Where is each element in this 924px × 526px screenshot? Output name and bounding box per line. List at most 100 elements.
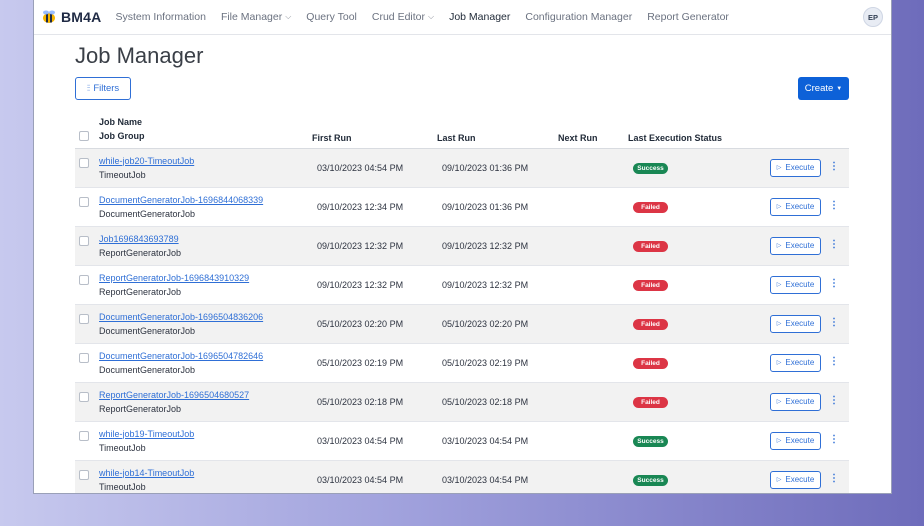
job-name-link[interactable]: Job1696843693789 — [99, 232, 312, 246]
actions-cell: ▷ Execute ⋮ — [769, 187, 849, 227]
more-options-icon[interactable]: ⋮ — [827, 161, 841, 172]
status-cell: Failed — [628, 226, 769, 266]
status-badge: Success — [633, 474, 668, 486]
row-select-cell — [75, 187, 99, 227]
first-run-cell: 09/10/2023 12:34 PM — [312, 187, 437, 227]
filters-button[interactable]: ⫶⫶ Filters — [75, 77, 131, 100]
job-name-link[interactable]: DocumentGeneratorJob-1696504836206 — [99, 310, 312, 324]
nav-item-file-manager[interactable]: File Manager ⌵ — [221, 11, 291, 23]
select-all-cell — [75, 111, 99, 149]
table-row: Job1696843693789 ReportGeneratorJob 09/10/… — [75, 226, 849, 266]
more-options-icon[interactable]: ⋮ — [827, 395, 841, 406]
app-window: BM4A System Information File Manager ⌵ Quer… — [33, 0, 892, 494]
table-row: DocumentGeneratorJob-1696504836206 Docume… — [75, 304, 849, 344]
create-button[interactable]: Create ▼ — [798, 77, 849, 100]
job-name-cell: while-job20-TimeoutJob TimeoutJob — [99, 148, 312, 188]
first-run-cell: 09/10/2023 12:32 PM — [312, 265, 437, 305]
job-name-link[interactable]: DocumentGeneratorJob-1696844068339 — [99, 193, 312, 207]
nav-item-label: System Information — [115, 11, 206, 23]
row-checkbox[interactable] — [79, 313, 89, 324]
brand[interactable]: BM4A — [41, 9, 101, 25]
first-run-cell: 05/10/2023 02:20 PM — [312, 304, 437, 344]
table-header-row: Job Name Job Group First Run Last Run Ne… — [75, 111, 849, 149]
next-run-cell — [558, 187, 628, 227]
execute-button[interactable]: ▷ Execute — [770, 275, 821, 294]
execute-label: Execute — [785, 319, 815, 328]
nav-item-job-manager[interactable]: Job Manager — [449, 11, 510, 23]
first-run-cell: 03/10/2023 04:54 PM — [312, 148, 437, 188]
more-options-icon[interactable]: ⋮ — [827, 434, 841, 445]
more-options-icon[interactable]: ⋮ — [827, 278, 841, 289]
user-avatar[interactable]: EP — [863, 7, 883, 27]
actions-cell: ▷ Execute ⋮ — [769, 421, 849, 461]
row-checkbox[interactable] — [79, 196, 89, 207]
execute-button[interactable]: ▷ Execute — [770, 197, 821, 216]
execute-button[interactable]: ▷ Execute — [770, 314, 821, 333]
more-options-icon[interactable]: ⋮ — [827, 317, 841, 328]
status-badge: Failed — [633, 396, 668, 408]
job-name-link[interactable]: ReportGeneratorJob-1696843910329 — [99, 271, 312, 285]
job-name-cell: DocumentGeneratorJob-1696504782646 Docume… — [99, 343, 312, 383]
nav-item-system-information[interactable]: System Information — [115, 11, 205, 23]
job-name-cell: ReportGeneratorJob-1696843910329 ReportGe… — [99, 265, 312, 305]
row-checkbox[interactable] — [79, 430, 89, 441]
status-badge: Success — [633, 162, 668, 174]
row-checkbox[interactable] — [79, 274, 89, 285]
more-options-icon[interactable]: ⋮ — [827, 356, 841, 367]
execute-button[interactable]: ▷ Execute — [770, 470, 821, 489]
next-run-cell — [558, 304, 628, 344]
job-name-cell: while-job14-TimeoutJob TimeoutJob — [99, 460, 312, 493]
row-checkbox[interactable] — [79, 157, 89, 168]
status-badge: Failed — [633, 318, 668, 330]
top-navbar: BM4A System Information File Manager ⌵ Quer… — [34, 0, 891, 35]
first-run-cell: 03/10/2023 04:54 PM — [312, 460, 437, 493]
execute-button[interactable]: ▷ Execute — [770, 392, 821, 411]
next-run-cell — [558, 148, 628, 188]
nav-item-report-generator[interactable]: Report Generator — [647, 11, 729, 23]
last-run-cell: 05/10/2023 02:18 PM — [437, 382, 558, 422]
job-name-cell: ReportGeneratorJob-1696504680527 ReportGe… — [99, 382, 312, 422]
play-icon: ▷ — [776, 165, 782, 171]
more-options-icon[interactable]: ⋮ — [827, 239, 841, 250]
row-checkbox[interactable] — [79, 235, 89, 246]
row-select-cell — [75, 148, 99, 188]
row-checkbox[interactable] — [79, 469, 89, 480]
execute-button[interactable]: ▷ Execute — [770, 236, 821, 255]
actions-cell: ▷ Execute ⋮ — [769, 265, 849, 305]
row-checkbox[interactable] — [79, 352, 89, 363]
header-last-run: Last Run — [437, 111, 558, 149]
header-job-group-label: Job Group — [99, 130, 145, 141]
filters-label: Filters — [93, 83, 120, 94]
row-select-cell — [75, 343, 99, 383]
execute-button[interactable]: ▷ Execute — [770, 353, 821, 372]
select-all-checkbox[interactable] — [79, 130, 89, 141]
job-group: TimeoutJob — [99, 442, 146, 453]
execute-label: Execute — [785, 241, 815, 250]
execute-button[interactable]: ▷ Execute — [770, 158, 821, 177]
more-options-icon[interactable]: ⋮ — [827, 473, 841, 484]
job-name-link[interactable]: while-job20-TimeoutJob — [99, 154, 312, 168]
status-cell: Failed — [628, 265, 769, 305]
execute-label: Execute — [785, 475, 815, 484]
row-checkbox[interactable] — [79, 391, 89, 402]
row-select-cell — [75, 382, 99, 422]
job-group: ReportGeneratorJob — [99, 403, 182, 414]
play-icon: ▷ — [776, 321, 782, 327]
caret-down-icon: ▼ — [836, 85, 843, 92]
job-name-link[interactable]: DocumentGeneratorJob-1696504782646 — [99, 349, 312, 363]
execute-button[interactable]: ▷ Execute — [770, 431, 821, 450]
last-run-cell: 03/10/2023 04:54 PM — [437, 460, 558, 493]
execute-label: Execute — [785, 202, 815, 211]
header-first-run: First Run — [312, 111, 437, 149]
job-name-link[interactable]: while-job19-TimeoutJob — [99, 427, 312, 441]
job-name-link[interactable]: ReportGeneratorJob-1696504680527 — [99, 388, 312, 402]
nav-item-query-tool[interactable]: Query Tool — [306, 11, 357, 23]
job-name-link[interactable]: while-job14-TimeoutJob — [99, 466, 312, 480]
play-icon: ▷ — [776, 438, 782, 444]
nav-item-crud-editor[interactable]: Crud Editor ⌵ — [372, 11, 434, 23]
first-run-cell: 09/10/2023 12:32 PM — [312, 226, 437, 266]
more-options-icon[interactable]: ⋮ — [827, 200, 841, 211]
actions-cell: ▷ Execute ⋮ — [769, 343, 849, 383]
row-select-cell — [75, 421, 99, 461]
nav-item-configuration-manager[interactable]: Configuration Manager — [525, 11, 632, 23]
